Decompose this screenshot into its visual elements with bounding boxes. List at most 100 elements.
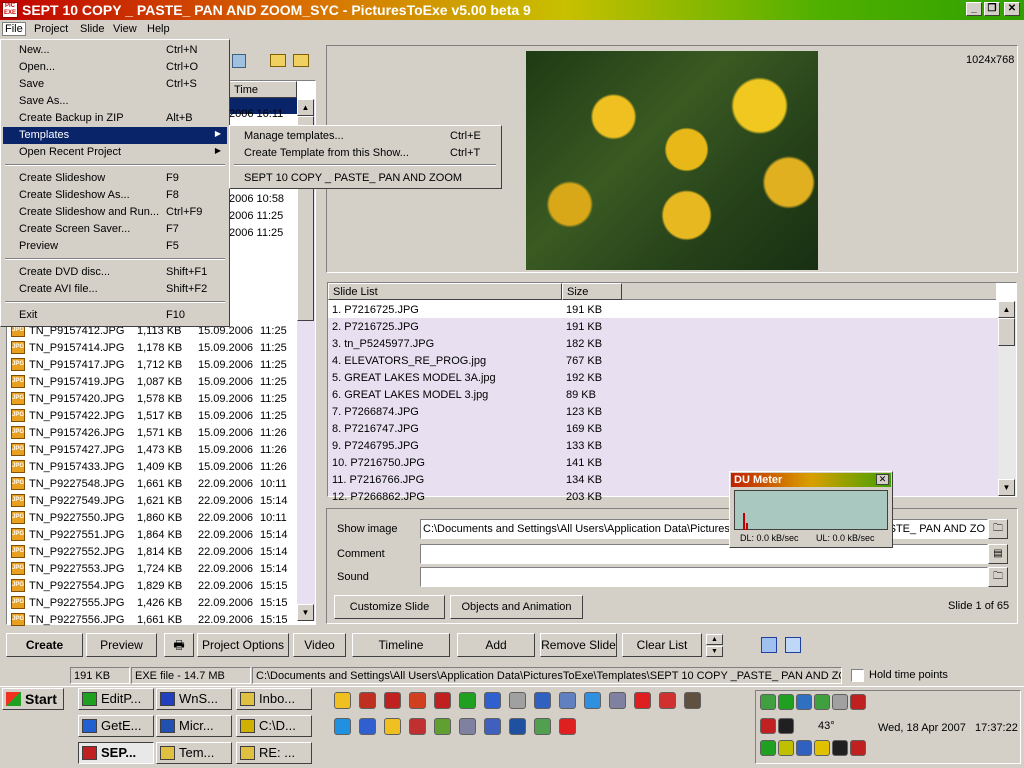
- menu-item-save-as[interactable]: Save As...: [3, 93, 227, 110]
- tray-icon[interactable]: [760, 718, 776, 734]
- taskbar-item[interactable]: WnS...: [156, 688, 232, 710]
- quick-launch-icon[interactable]: [509, 718, 526, 735]
- scroll-thumb[interactable]: [998, 318, 1015, 346]
- slide-row[interactable]: 3. tn_P5245977.JPG 182 KB: [330, 335, 998, 352]
- quick-launch-icon[interactable]: [684, 692, 701, 709]
- file-row[interactable]: JPG TN_P9227550.JPG 1,860 KB 22.09.2006 …: [11, 509, 295, 526]
- submenu-item-manage-templates[interactable]: Manage templates... Ctrl+E: [232, 128, 499, 145]
- tray-icon[interactable]: [850, 694, 866, 710]
- scroll-down-button[interactable]: ▼: [297, 604, 314, 621]
- browse-image-icon[interactable]: 🗀: [988, 519, 1008, 539]
- file-row[interactable]: JPG TN_P9157433.JPG 1,409 KB 15.09.2006 …: [11, 458, 295, 475]
- file-row[interactable]: JPG TN_P9227551.JPG 1,864 KB 22.09.2006 …: [11, 526, 295, 543]
- slide-row[interactable]: 6. GREAT LAKES MODEL 3.jpg 89 KB: [330, 386, 998, 403]
- quick-launch-icon[interactable]: [459, 692, 476, 709]
- taskbar-item[interactable]: Tem...: [156, 742, 232, 764]
- start-button[interactable]: Start: [2, 688, 64, 710]
- preview-button[interactable]: Preview: [86, 633, 157, 657]
- app-icon[interactable]: PIC EXE: [2, 2, 18, 18]
- menu-item-dvd[interactable]: Create DVD disc... Shift+F1: [3, 264, 227, 281]
- quick-launch-icon[interactable]: [609, 692, 626, 709]
- quick-launch-icon[interactable]: [384, 692, 401, 709]
- move-down-button[interactable]: ▼: [706, 646, 723, 657]
- submenu-item-create-template[interactable]: Create Template from this Show... Ctrl+T: [232, 145, 499, 162]
- taskbar-item[interactable]: SEP...: [78, 742, 154, 764]
- maximize-button[interactable]: ❐: [984, 2, 1000, 16]
- video-button[interactable]: Video: [293, 633, 346, 657]
- objects-animation-button[interactable]: Objects and Animation: [450, 595, 583, 619]
- slide-row[interactable]: 5. GREAT LAKES MODEL 3A.jpg 192 KB: [330, 369, 998, 386]
- file-row[interactable]: JPG TN_P9227553.JPG 1,724 KB 22.09.2006 …: [11, 560, 295, 577]
- tray-icon[interactable]: [778, 694, 794, 710]
- file-row[interactable]: JPG TN_P9227549.JPG 1,621 KB 22.09.2006 …: [11, 492, 295, 509]
- quick-launch-icon[interactable]: [409, 718, 426, 735]
- folder-up-icon[interactable]: [293, 54, 309, 67]
- slide-row[interactable]: 11. P7216766.JPG 134 KB: [330, 471, 998, 488]
- file-row[interactable]: JPG TN_P9157426.JPG 1,571 KB 15.09.2006 …: [11, 424, 295, 441]
- menu-file[interactable]: File: [2, 22, 26, 36]
- tray-icon[interactable]: [796, 740, 812, 756]
- slide-list-scrollbar[interactable]: ▲ ▼: [998, 301, 1016, 496]
- tray-icon[interactable]: [832, 694, 848, 710]
- quick-launch-icon[interactable]: [659, 692, 676, 709]
- quick-launch-icon[interactable]: [534, 692, 551, 709]
- file-row[interactable]: JPG TN_P9157420.JPG 1,578 KB 15.09.2006 …: [11, 390, 295, 407]
- taskbar-item[interactable]: RE: ...: [236, 742, 312, 764]
- slide-row[interactable]: 2. P7216725.JPG 191 KB: [330, 318, 998, 335]
- comment-field[interactable]: [420, 544, 988, 564]
- quick-launch-icon[interactable]: [559, 718, 576, 735]
- file-row[interactable]: JPG TN_P9157427.JPG 1,473 KB 15.09.2006 …: [11, 441, 295, 458]
- quick-launch-icon[interactable]: [409, 692, 426, 709]
- show-image-field[interactable]: C:\Documents and Settings\All Users\Appl…: [420, 519, 988, 539]
- quick-launch-icon[interactable]: [509, 692, 526, 709]
- scroll-down-button[interactable]: ▼: [998, 479, 1015, 496]
- menu-item-create-slideshow-as[interactable]: Create Slideshow As... F8: [3, 187, 227, 204]
- slide-list[interactable]: Slide List Size 1. P7216725.JPG 191 KB 2.…: [327, 282, 1017, 503]
- menu-view[interactable]: View: [113, 23, 137, 35]
- slide-row[interactable]: 4. ELEVATORS_RE_PROG.jpg 767 KB: [330, 352, 998, 369]
- file-row[interactable]: JPG TN_P9157422.JPG 1,517 KB 15.09.2006 …: [11, 407, 295, 424]
- menu-item-create-and-run[interactable]: Create Slideshow and Run... Ctrl+F9: [3, 204, 227, 221]
- taskbar-item[interactable]: Inbo...: [236, 688, 312, 710]
- tray-icon[interactable]: [814, 694, 830, 710]
- close-button[interactable]: ✕: [1004, 2, 1020, 16]
- scroll-up-button[interactable]: ▲: [297, 99, 314, 116]
- quick-launch-icon[interactable]: [434, 692, 451, 709]
- menu-item-backup-zip[interactable]: Create Backup in ZIP Alt+B: [3, 110, 227, 127]
- browse-sound-icon[interactable]: 🗀: [988, 567, 1008, 587]
- submenu-item-template-sept10[interactable]: SEPT 10 COPY _ PASTE_ PAN AND ZOOM: [232, 170, 499, 187]
- file-row[interactable]: JPG TN_P9227554.JPG 1,829 KB 22.09.2006 …: [11, 577, 295, 594]
- slide-row[interactable]: 9. P7246795.JPG 133 KB: [330, 437, 998, 454]
- tray-icon[interactable]: [760, 740, 776, 756]
- file-row[interactable]: JPG TN_P9157414.JPG 1,178 KB 15.09.2006 …: [11, 339, 295, 356]
- quick-launch-icon[interactable]: [559, 692, 576, 709]
- quick-launch-icon[interactable]: [459, 718, 476, 735]
- quick-launch-icon[interactable]: [334, 692, 351, 709]
- timeline-button[interactable]: Timeline: [352, 633, 450, 657]
- taskbar-item[interactable]: EditP...: [78, 688, 154, 710]
- size-header[interactable]: Size: [562, 283, 622, 300]
- slide-row[interactable]: 1. P7216725.JPG 191 KB: [330, 301, 998, 318]
- quick-launch-icon[interactable]: [359, 692, 376, 709]
- file-row[interactable]: JPG TN_P9227548.JPG 1,661 KB 22.09.2006 …: [11, 475, 295, 492]
- scroll-up-button[interactable]: ▲: [998, 301, 1015, 318]
- quick-launch-icon[interactable]: [434, 718, 451, 735]
- slide-row[interactable]: 12. P7266862.JPG 203 KB: [330, 488, 998, 505]
- menu-item-preview[interactable]: Preview F5: [3, 238, 227, 255]
- menu-item-exit[interactable]: Exit F10: [3, 307, 227, 324]
- view-icon[interactable]: [232, 54, 246, 68]
- open-folder-icon[interactable]: [270, 54, 286, 67]
- sound-field[interactable]: [420, 567, 988, 587]
- time-column-header[interactable]: Time: [229, 81, 297, 98]
- slide-preview-image[interactable]: [526, 51, 818, 270]
- window-view-icon[interactable]: [785, 637, 801, 653]
- create-button[interactable]: Create: [6, 633, 83, 657]
- file-row[interactable]: JPG TN_P9227552.JPG 1,814 KB 22.09.2006 …: [11, 543, 295, 560]
- quick-launch-icon[interactable]: [359, 718, 376, 735]
- quick-launch-icon[interactable]: [484, 692, 501, 709]
- quick-launch-icon[interactable]: [634, 692, 651, 709]
- taskbar-item[interactable]: Micr...: [156, 715, 232, 737]
- print-icon[interactable]: 🖶: [164, 633, 194, 657]
- tray-icon[interactable]: [778, 718, 794, 734]
- slide-row[interactable]: 8. P7216747.JPG 169 KB: [330, 420, 998, 437]
